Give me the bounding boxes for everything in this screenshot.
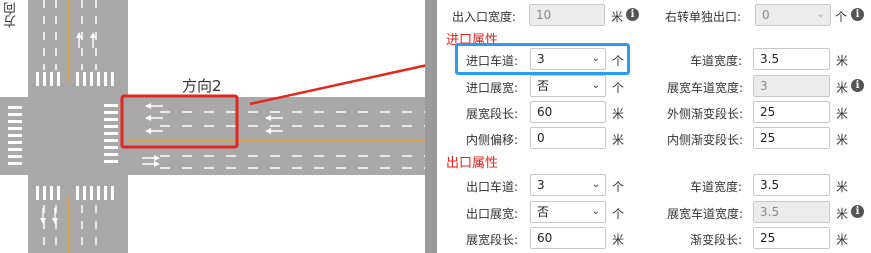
info-icon[interactable]: i [851,79,864,92]
intersection-map[interactable] [0,0,425,253]
entrance-width-label: 出入口宽度: [452,10,517,24]
right-turn-exit-value: 0 [762,8,770,22]
entrance-widen-unit: 个 [612,81,625,95]
info-icon[interactable]: i [851,8,864,21]
info-icon[interactable]: i [626,8,639,21]
exit-lanes-select[interactable]: 3 ⌄ [530,174,606,196]
exit-widen-value: 否 [537,205,550,219]
right-turn-exit-unit: 个 [835,10,848,24]
chevron-down-icon: ⌄ [816,9,825,20]
crosswalk-left [8,106,22,165]
info-icon[interactable]: i [851,205,864,218]
entrance-widen-length-label: 展宽段长: [466,107,519,121]
exit-taper-length-input[interactable]: 25 [753,227,830,249]
side-direction-label: 方向 [4,2,19,28]
entrance-widen-select[interactable]: 否 ⌄ [530,75,606,97]
right-turn-exit-label: 右转单独出口: [665,10,742,24]
exit-lane-width-label: 车道宽度: [690,180,743,194]
exit-lane-width-input[interactable]: 3.5 [753,174,830,196]
pane-divider[interactable] [425,0,437,253]
entrance-lanes-label: 进口车道: [466,54,519,68]
exit-lanes-value: 3 [537,178,545,192]
chevron-down-icon: ⌄ [591,179,600,190]
entrance-widen-label: 进口展宽: [466,81,519,95]
entrance-widen-lane-width-unit: 米 [836,81,849,95]
inner-taper-length-label: 内侧渐变段长: [667,133,744,147]
inner-offset-input[interactable]: 0 [530,127,606,149]
entrance-width-unit: 米 [611,10,624,24]
exit-widen-unit: 个 [612,207,625,221]
exit-lanes-unit: 个 [612,180,625,194]
crosswalk-right [104,104,118,163]
entrance-lane-width-unit: 米 [836,54,849,68]
chevron-down-icon: ⌄ [591,206,600,217]
entrance-widen-length-unit: 米 [612,107,625,121]
outer-taper-length-input[interactable]: 25 [753,101,830,123]
outer-taper-length-unit: 米 [836,107,849,121]
exit-widen-lane-width-unit: 米 [836,207,849,221]
intersection-canvas[interactable]: 方向2 方向 [0,0,425,253]
inner-taper-length-input[interactable]: 25 [753,127,830,149]
entrance-lanes-unit: 个 [612,54,625,68]
exit-lanes-label: 出口车道: [466,180,519,194]
exit-widen-length-label: 展宽段长: [466,233,519,247]
inner-taper-length-unit: 米 [836,133,849,147]
exit-widen-label: 出口展宽: [466,207,519,221]
direction-label: 方向2 [182,77,222,95]
exit-widen-length-input[interactable]: 60 [530,227,606,249]
entrance-widen-lane-width-label: 展宽车道宽度: [667,81,744,95]
right-turn-exit-select[interactable]: 0 ⌄ [755,4,831,26]
entrance-widen-value: 否 [537,79,550,93]
exit-taper-length-unit: 米 [836,233,849,247]
inner-offset-unit: 米 [612,133,625,147]
entrance-widen-length-input[interactable]: 60 [530,101,606,123]
chevron-down-icon: ⌄ [591,53,600,64]
entrance-widen-lane-width-input[interactable]: 3 [753,75,830,97]
exit-widen-lane-width-input[interactable]: 3.5 [753,201,830,223]
exit-widen-select[interactable]: 否 ⌄ [530,201,606,223]
entrance-lane-width-label: 车道宽度: [690,54,743,68]
exit-widen-length-unit: 米 [612,233,625,247]
inner-offset-label: 内侧偏移: [466,133,519,147]
exit-section-title: 出口属性 [446,156,499,171]
chevron-down-icon: ⌄ [591,80,600,91]
entrance-lanes-select[interactable]: 3 ⌄ [530,48,606,70]
horizontal-road [0,97,425,175]
entrance-lane-width-input[interactable]: 3.5 [753,48,830,70]
outer-taper-length-label: 外侧渐变段长: [667,107,744,121]
entrance-width-input[interactable]: 10 [529,4,605,26]
exit-taper-length-label: 渐变段长: [690,233,743,247]
entrance-lanes-value: 3 [537,52,545,66]
exit-widen-lane-width-label: 展宽车道宽度: [667,207,744,221]
exit-lane-width-unit: 米 [836,180,849,194]
